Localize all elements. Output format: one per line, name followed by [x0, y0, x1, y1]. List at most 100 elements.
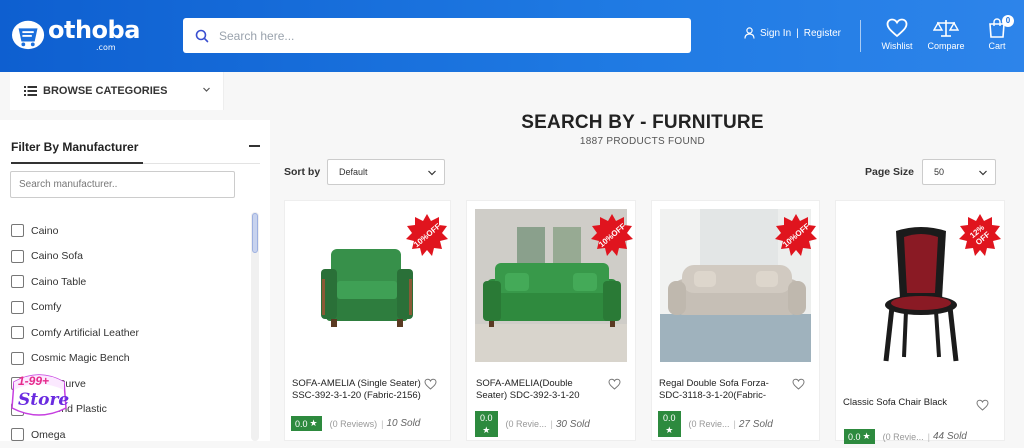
wishlist-heart-icon[interactable]	[792, 378, 805, 390]
manufacturer-label: Comfy	[31, 301, 62, 314]
product-name[interactable]: SOFA-AMELIA (Single Seater) SSC-392-3-1-…	[292, 378, 421, 402]
wishlist-button[interactable]: Wishlist	[875, 18, 919, 51]
filter-divider	[143, 163, 260, 164]
sign-in-link[interactable]: Sign In	[760, 28, 791, 39]
product-name-line: Classic Sofa Chair Black	[843, 397, 948, 408]
manufacturer-item[interactable]: Comfy	[11, 295, 246, 321]
product-name[interactable]: SOFA-AMELIA(Double Seater) SDC-392-3-1-2…	[476, 378, 580, 402]
rating-value: 0.0	[480, 412, 493, 423]
collapse-icon[interactable]	[249, 145, 260, 147]
rating-badge: 0.0 ★	[475, 411, 498, 437]
cart-button[interactable]: 0 Cart	[975, 15, 1019, 51]
store-promo-badge[interactable]: 1-99+ Store	[8, 368, 70, 420]
checkbox[interactable]	[11, 351, 24, 365]
logo-icon	[12, 20, 45, 50]
discount-badge: 10%OFF	[774, 213, 818, 257]
sold-count: 27 Sold	[738, 418, 773, 430]
separator: |	[381, 418, 384, 429]
manufacturer-label: Cosmic Magic Bench	[31, 352, 130, 365]
product-count: 1887 PRODUCTS FOUND	[579, 136, 706, 147]
wishlist-heart-icon[interactable]	[608, 378, 621, 390]
star-icon: ★	[482, 424, 491, 435]
product-card[interactable]: 10%OFF SOFA-AMELIA (Single Seater) SSC-3…	[284, 200, 451, 441]
discount-badge: 10%OFF	[405, 213, 449, 257]
manufacturer-label: Comfy Artificial Leather	[31, 326, 139, 339]
chevron-down-icon	[203, 87, 210, 92]
manufacturer-search-input[interactable]	[10, 171, 235, 198]
product-name-line: SDC-3118-3-1-20(Fabric-	[659, 390, 766, 401]
scrollbar-thumb[interactable]	[252, 213, 258, 253]
sold-count: 10 Sold	[386, 418, 421, 429]
manufacturer-label: Omega	[31, 428, 66, 441]
separator: |	[550, 419, 553, 429]
product-name-line: SSC-392-3-1-20 (Fabric-2156)	[292, 390, 421, 401]
star-icon: ★	[862, 431, 871, 441]
product-card[interactable]: 12% OFF Classic Sofa Chair Black 0.0 ★ (0 …	[835, 200, 1005, 444]
review-count[interactable]: (0 Revie...	[689, 419, 730, 429]
rating-value: 0.0	[848, 431, 861, 442]
sort-select[interactable]: Default	[327, 159, 445, 185]
search-icon[interactable]	[195, 29, 209, 43]
wishlist-heart-icon[interactable]	[424, 378, 437, 390]
checkbox[interactable]	[11, 428, 24, 442]
cart-count-badge: 0	[1002, 15, 1014, 27]
checkbox[interactable]	[11, 224, 24, 238]
browse-categories-label: BROWSE CATEGORIES	[43, 85, 168, 97]
rating-row: 0.0 ★ (0 Revie... | 30 Sold	[475, 411, 590, 437]
compare-button[interactable]: Compare	[924, 18, 968, 51]
page-size-select[interactable]: 50	[922, 159, 996, 185]
search-bar	[183, 18, 691, 53]
rating-value: 0.0	[295, 418, 308, 429]
separator: |	[927, 431, 930, 442]
product-name-line: SOFA-AMELIA (Single Seater)	[292, 378, 421, 389]
search-input[interactable]	[219, 28, 659, 43]
chevron-down-icon	[979, 170, 987, 176]
discount-off: OFF	[424, 221, 443, 239]
heart-icon	[886, 18, 908, 38]
product-card[interactable]: 10%OFF SOFA-AMELIA(Double Seater) SDC-39…	[466, 200, 636, 441]
manufacturer-item[interactable]: Omega	[11, 422, 246, 448]
discount-badge: 10%OFF	[590, 213, 634, 257]
othoba-logo[interactable]: othoba .com	[10, 14, 140, 54]
rating-row: 0.0 ★ (0 Revie... | 27 Sold	[658, 411, 773, 437]
store-badge-label: Store	[18, 390, 70, 410]
scale-icon	[933, 20, 959, 37]
checkbox[interactable]	[11, 300, 24, 314]
product-name-line: Regal Double Sofa Forza-	[659, 378, 769, 389]
rating-badge: 0.0 ★	[658, 411, 681, 437]
discount-off: OFF	[609, 221, 628, 239]
header-bar: othoba .com Sign In | Register Wishlist	[0, 0, 1024, 72]
product-name[interactable]: Classic Sofa Chair Black	[843, 397, 947, 409]
sold-count: 44 Sold	[932, 431, 967, 442]
manufacturer-item[interactable]: Caino Table	[11, 269, 246, 295]
logo-wordmark: othoba	[48, 16, 140, 44]
rating-row: 0.0 ★ (0 Reviews) | 10 Sold	[291, 416, 420, 431]
product-card[interactable]: 10%OFF Regal Double Sofa Forza- SDC-3118…	[651, 200, 820, 441]
page-size-label: Page Size	[865, 166, 915, 178]
checkbox[interactable]	[11, 326, 24, 340]
cart-label: Cart	[988, 41, 1006, 51]
header-divider	[860, 20, 861, 52]
review-count[interactable]: (0 Revie...	[506, 419, 547, 429]
checkbox[interactable]	[11, 249, 24, 263]
auth-separator: |	[796, 27, 799, 39]
page-title: SEARCH BY - FURNITURE	[521, 112, 764, 133]
list-icon	[24, 86, 37, 96]
sold-count: 30 Sold	[555, 418, 590, 430]
product-name[interactable]: Regal Double Sofa Forza- SDC-3118-3-1-20…	[659, 378, 769, 402]
wishlist-heart-icon[interactable]	[976, 399, 989, 411]
manufacturer-item[interactable]: Caino Sofa	[11, 244, 246, 270]
manufacturer-item[interactable]: Caino	[11, 218, 246, 244]
review-count[interactable]: (0 Reviews)	[330, 419, 378, 429]
browse-categories-button[interactable]: BROWSE CATEGORIES	[10, 72, 224, 110]
chevron-down-icon	[428, 170, 436, 176]
review-count[interactable]: (0 Revie...	[883, 432, 924, 442]
checkbox[interactable]	[11, 275, 24, 289]
logo-suffix: .com	[96, 43, 116, 52]
register-link[interactable]: Register	[804, 28, 841, 39]
manufacturer-item[interactable]: Comfy Artificial Leather	[11, 320, 246, 346]
sort-by-label: Sort by	[284, 166, 321, 178]
sort-select-value: Default	[339, 167, 368, 177]
manufacturer-label: Caino Table	[31, 275, 87, 288]
rating-badge: 0.0 ★	[291, 416, 322, 431]
